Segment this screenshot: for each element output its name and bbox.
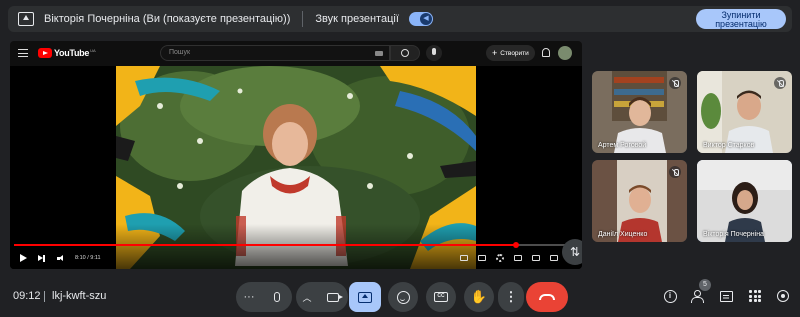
emoji-icon <box>396 290 410 304</box>
apps-icon <box>749 290 761 302</box>
camera-control: ︿ <box>296 282 348 312</box>
theater-mode-icon[interactable] <box>532 255 540 261</box>
meeting-clock: 09:12 <box>13 290 41 302</box>
keyboard-icon[interactable] <box>375 51 383 56</box>
next-icon[interactable] <box>38 254 45 262</box>
leave-call-button[interactable] <box>526 282 568 312</box>
audio-options-button[interactable]: ··· <box>236 282 262 312</box>
host-controls-icon <box>777 290 789 302</box>
meeting-details-button[interactable]: i <box>662 288 678 304</box>
captions-button[interactable]: CC <box>426 282 456 312</box>
host-controls-button[interactable] <box>775 288 791 304</box>
video-options-button[interactable]: ︿ <box>296 282 318 312</box>
present-button[interactable] <box>349 282 381 312</box>
fullscreen-icon[interactable] <box>550 255 558 261</box>
microphone-off-icon <box>774 77 786 89</box>
more-options-button[interactable]: ⋮ <box>498 282 524 312</box>
search-placeholder: Пошук <box>169 49 191 56</box>
shared-screen: YouTube UA Пошук + Створити 8:10 / 9:11 … <box>10 41 582 269</box>
swap-layout-button[interactable]: ⇅ <box>562 239 582 265</box>
player-controls: 8:10 / 9:11 <box>10 250 582 266</box>
play-icon[interactable] <box>20 254 27 262</box>
camera-icon <box>327 292 343 302</box>
info-icon: i <box>663 289 677 303</box>
camera-button[interactable] <box>318 282 348 312</box>
chat-button[interactable] <box>718 288 734 304</box>
present-screen-icon <box>358 291 372 303</box>
youtube-logo-text: YouTube <box>54 48 90 58</box>
raise-hand-button[interactable]: ✋ <box>464 282 494 312</box>
participant-tile[interactable]: Виктор Старков <box>697 71 792 153</box>
participant-name: Артем Роговой <box>598 142 647 149</box>
volume-icon[interactable] <box>57 254 65 262</box>
avatar[interactable] <box>558 46 572 60</box>
speaker-icon: ◀ <box>419 13 432 25</box>
presentation-sound-label: Звук презентації <box>315 13 399 25</box>
participant-name: Виктор Старков <box>703 142 755 149</box>
activities-button[interactable] <box>747 288 763 304</box>
presentation-sound-toggle[interactable]: ◀ <box>408 12 433 26</box>
presentation-bar: Вікторія Почерніна (Ви (показуєте презен… <box>8 6 792 32</box>
hand-icon: ✋ <box>470 289 488 304</box>
microphone-button[interactable] <box>262 282 292 312</box>
video-player[interactable]: 8:10 / 9:11 <box>10 66 582 269</box>
youtube-play-icon <box>38 48 52 58</box>
video-time: 8:10 / 9:11 <box>75 255 101 261</box>
youtube-logo[interactable]: YouTube UA <box>38 48 96 58</box>
microphone-icon <box>274 292 280 302</box>
voice-search-icon[interactable] <box>426 45 442 61</box>
participant-tile-self[interactable]: Вікторія Почерніна <box>697 160 792 242</box>
participant-tile[interactable]: Артем Роговой <box>592 71 687 153</box>
participant-video <box>697 160 792 242</box>
create-label: Створити <box>500 49 529 57</box>
meet-window: Вікторія Почерніна (Ви (показуєте презен… <box>0 0 800 317</box>
youtube-search-input[interactable]: Пошук <box>160 45 390 61</box>
youtube-header: YouTube UA Пошук + Створити <box>10 41 582 65</box>
reactions-button[interactable] <box>388 282 418 312</box>
meeting-controls-bar: 09:12 lkj-kwft-szu ··· ︿ CC ✋ ⋮ i 5 <box>0 276 800 317</box>
subtitles-icon[interactable] <box>478 255 486 261</box>
participant-tile[interactable]: Даніїл Хиценко <box>592 160 687 242</box>
microphone-control: ··· <box>236 282 292 312</box>
settings-icon[interactable] <box>496 254 504 262</box>
participant-name: Даніїл Хиценко <box>598 231 648 238</box>
autoplay-icon[interactable] <box>460 255 468 261</box>
present-screen-icon <box>18 12 34 26</box>
stop-presenting-button[interactable]: Зупинити презентацію <box>696 9 786 29</box>
notifications-icon[interactable] <box>542 48 550 57</box>
microphone-off-icon <box>669 166 681 178</box>
meeting-code: lkj-kwft-szu <box>52 290 107 302</box>
divider <box>44 291 45 302</box>
presenter-title: Вікторія Почерніна (Ви (показуєте презен… <box>44 13 291 25</box>
video-progress-bar[interactable] <box>14 242 578 248</box>
people-button[interactable] <box>690 288 706 304</box>
people-icon <box>691 290 705 303</box>
hangup-icon <box>539 294 555 300</box>
chat-icon <box>719 290 733 302</box>
more-vert-icon: ⋮ <box>504 289 518 304</box>
video-progress-fill <box>14 242 519 248</box>
participant-name: Вікторія Почерніна <box>703 231 764 238</box>
video-frame <box>10 66 582 269</box>
player-right-controls <box>460 254 558 262</box>
divider <box>302 11 304 27</box>
miniplayer-icon[interactable] <box>514 255 522 261</box>
plus-icon: + <box>492 48 498 58</box>
youtube-region: UA <box>90 47 96 53</box>
menu-icon[interactable] <box>18 49 28 57</box>
search-icon[interactable] <box>390 45 420 61</box>
create-button[interactable]: + Створити <box>486 45 535 61</box>
microphone-off-icon <box>669 77 681 89</box>
captions-icon: CC <box>434 292 448 302</box>
